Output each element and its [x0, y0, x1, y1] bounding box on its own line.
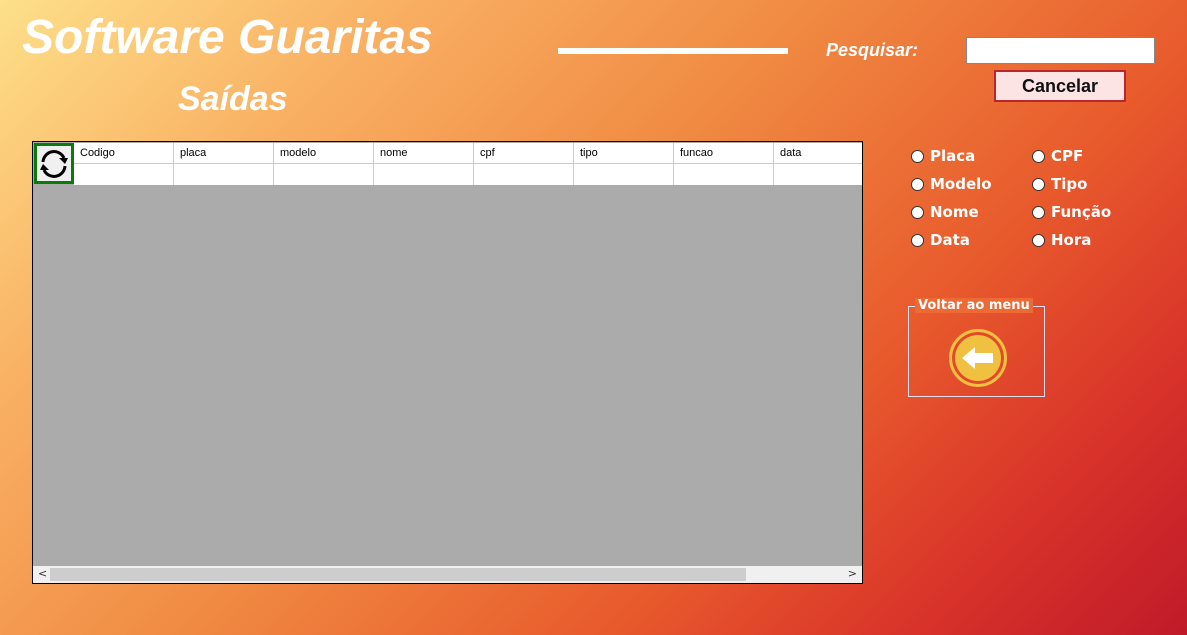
radio-icon: [911, 149, 924, 163]
radio-hora[interactable]: Hora: [1032, 231, 1091, 249]
refresh-button[interactable]: [34, 143, 74, 184]
data-grid[interactable]: Codigo placa modelo nome cpf tipo funcao…: [32, 141, 863, 584]
radio-icon: [911, 233, 924, 247]
scroll-right-icon[interactable]: >: [848, 567, 857, 580]
scroll-thumb[interactable]: [50, 568, 746, 581]
back-group-label: Voltar ao menu: [915, 298, 1033, 313]
grid-header: Codigo placa modelo nome cpf tipo funcao…: [74, 143, 862, 163]
back-button[interactable]: [949, 329, 1007, 387]
column-header[interactable]: funcao: [674, 143, 774, 163]
column-header[interactable]: tipo: [574, 143, 674, 163]
radio-funcao[interactable]: Função: [1032, 203, 1111, 221]
grid-cell[interactable]: [574, 164, 674, 185]
column-header[interactable]: data: [774, 143, 862, 163]
radio-icon: [1032, 205, 1045, 219]
grid-cell[interactable]: [674, 164, 774, 185]
horizontal-scrollbar[interactable]: < >: [33, 566, 862, 583]
title-underline: [558, 48, 788, 54]
radio-icon: [911, 205, 924, 219]
table-row: [74, 163, 862, 185]
column-header[interactable]: nome: [374, 143, 474, 163]
radio-tipo[interactable]: Tipo: [1032, 175, 1087, 193]
cancel-button[interactable]: Cancelar: [994, 70, 1126, 102]
grid-cell[interactable]: [274, 164, 374, 185]
grid-cell[interactable]: [374, 164, 474, 185]
back-group: Voltar ao menu: [908, 298, 1045, 397]
grid-cell[interactable]: [474, 164, 574, 185]
radio-placa[interactable]: Placa: [911, 147, 975, 165]
grid-cell[interactable]: [74, 164, 174, 185]
radio-icon: [1032, 233, 1045, 247]
search-label: Pesquisar:: [826, 40, 919, 60]
column-header[interactable]: placa: [174, 143, 274, 163]
radio-icon: [1032, 149, 1045, 163]
column-header[interactable]: modelo: [274, 143, 374, 163]
grid-cell[interactable]: [174, 164, 274, 185]
column-header[interactable]: cpf: [474, 143, 574, 163]
refresh-icon: [40, 149, 68, 178]
radio-data[interactable]: Data: [911, 231, 970, 249]
radio-nome[interactable]: Nome: [911, 203, 979, 221]
app-title: Software Guaritas: [22, 11, 433, 64]
radio-icon: [911, 177, 924, 191]
radio-cpf[interactable]: CPF: [1032, 147, 1083, 165]
arrow-left-icon: [962, 347, 993, 369]
page-title: Saídas: [178, 80, 288, 118]
scroll-left-icon[interactable]: <: [38, 567, 47, 580]
grid-cell[interactable]: [774, 164, 862, 185]
radio-modelo[interactable]: Modelo: [911, 175, 992, 193]
column-header[interactable]: Codigo: [74, 143, 174, 163]
radio-icon: [1032, 177, 1045, 191]
search-input[interactable]: [966, 37, 1155, 64]
